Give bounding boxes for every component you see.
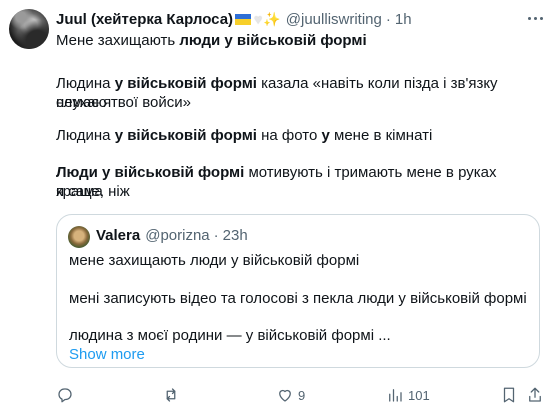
tweet-line-6: я сама (56, 182, 538, 201)
quoted-line-3: людина з моєї родини — у військовій форм… (69, 327, 391, 344)
tweet-text-run: у військовій формі (114, 75, 257, 92)
tweet-text-run: у військовій формі (114, 127, 257, 144)
like-count: 9 (298, 387, 306, 403)
tweet-text-run: слухаю твої войси» (56, 94, 191, 111)
quoted-line-2: мені записують відео та голосові з пекла… (69, 290, 527, 307)
views-chart-icon (389, 389, 402, 402)
tweet-line-3: слухаю твої войси» (56, 93, 538, 112)
author-avatar[interactable] (9, 9, 49, 49)
tweet-text-run: мене в кімнаті (329, 127, 433, 144)
tweet-text-run: люди у військовій формі (179, 32, 367, 49)
tweet-text-run: Людина (56, 127, 115, 144)
quoted-tweet-time: 23h (222, 227, 248, 244)
views-count: 101 (408, 387, 430, 403)
separator-dot: · (213, 227, 219, 244)
bookmark-button[interactable] (500, 385, 518, 405)
reply-icon (58, 388, 72, 403)
tweet-time[interactable]: 1h (395, 11, 412, 28)
share-button[interactable] (526, 385, 544, 405)
tweet-text-run: Люди у військовій формі (56, 164, 245, 181)
tweet-line-4: Людина у військовій формі на фото у мене… (56, 126, 538, 145)
heart-icon (279, 389, 291, 402)
bookmark-icon (503, 387, 515, 403)
tweet-text-run: у (321, 127, 330, 144)
quoted-line-1: мене захищають люди у військовій формі (69, 252, 360, 269)
white-heart-icon: ♥ (254, 11, 263, 27)
quoted-author-avatar (68, 226, 90, 248)
tweet-text-run: Мене захищають (56, 32, 180, 49)
like-button[interactable]: 9 (276, 385, 305, 405)
more-options-icon[interactable] (525, 9, 545, 27)
views-button[interactable]: 101 (386, 385, 430, 405)
sparkles-icon: ✨ (263, 10, 281, 27)
quoted-author-handle: @porizna (145, 227, 210, 244)
tweet-text-run: я сама (56, 183, 103, 200)
separator-dot: · (385, 10, 391, 28)
quoted-author-name: Valera (96, 227, 141, 244)
tweet-text-run: Людина (56, 75, 115, 92)
action-bar: 9 101 (56, 385, 541, 405)
author-handle[interactable]: @juulliswriting (286, 11, 382, 28)
retweet-icon (166, 388, 176, 402)
author-name[interactable]: Juul (хейтерка Карлоса) (56, 11, 233, 28)
tweet-line-1: Мене захищають люди у військовій формі (56, 31, 538, 50)
retweet-button[interactable] (162, 385, 184, 405)
tweet-text-run: на фото (256, 127, 322, 144)
quoted-tweet-header: Valera @porizna · 23h (96, 227, 248, 244)
show-more-link[interactable]: Show more (69, 345, 529, 364)
share-icon (529, 387, 541, 402)
quoted-tweet[interactable]: Valera @porizna · 23h мене захищають люд… (56, 214, 540, 368)
tweet-header: Juul (хейтерка Карлоса) ♥ ✨ @juulliswrit… (56, 10, 541, 28)
reply-button[interactable] (56, 385, 78, 405)
ukraine-flag-icon (235, 13, 252, 25)
